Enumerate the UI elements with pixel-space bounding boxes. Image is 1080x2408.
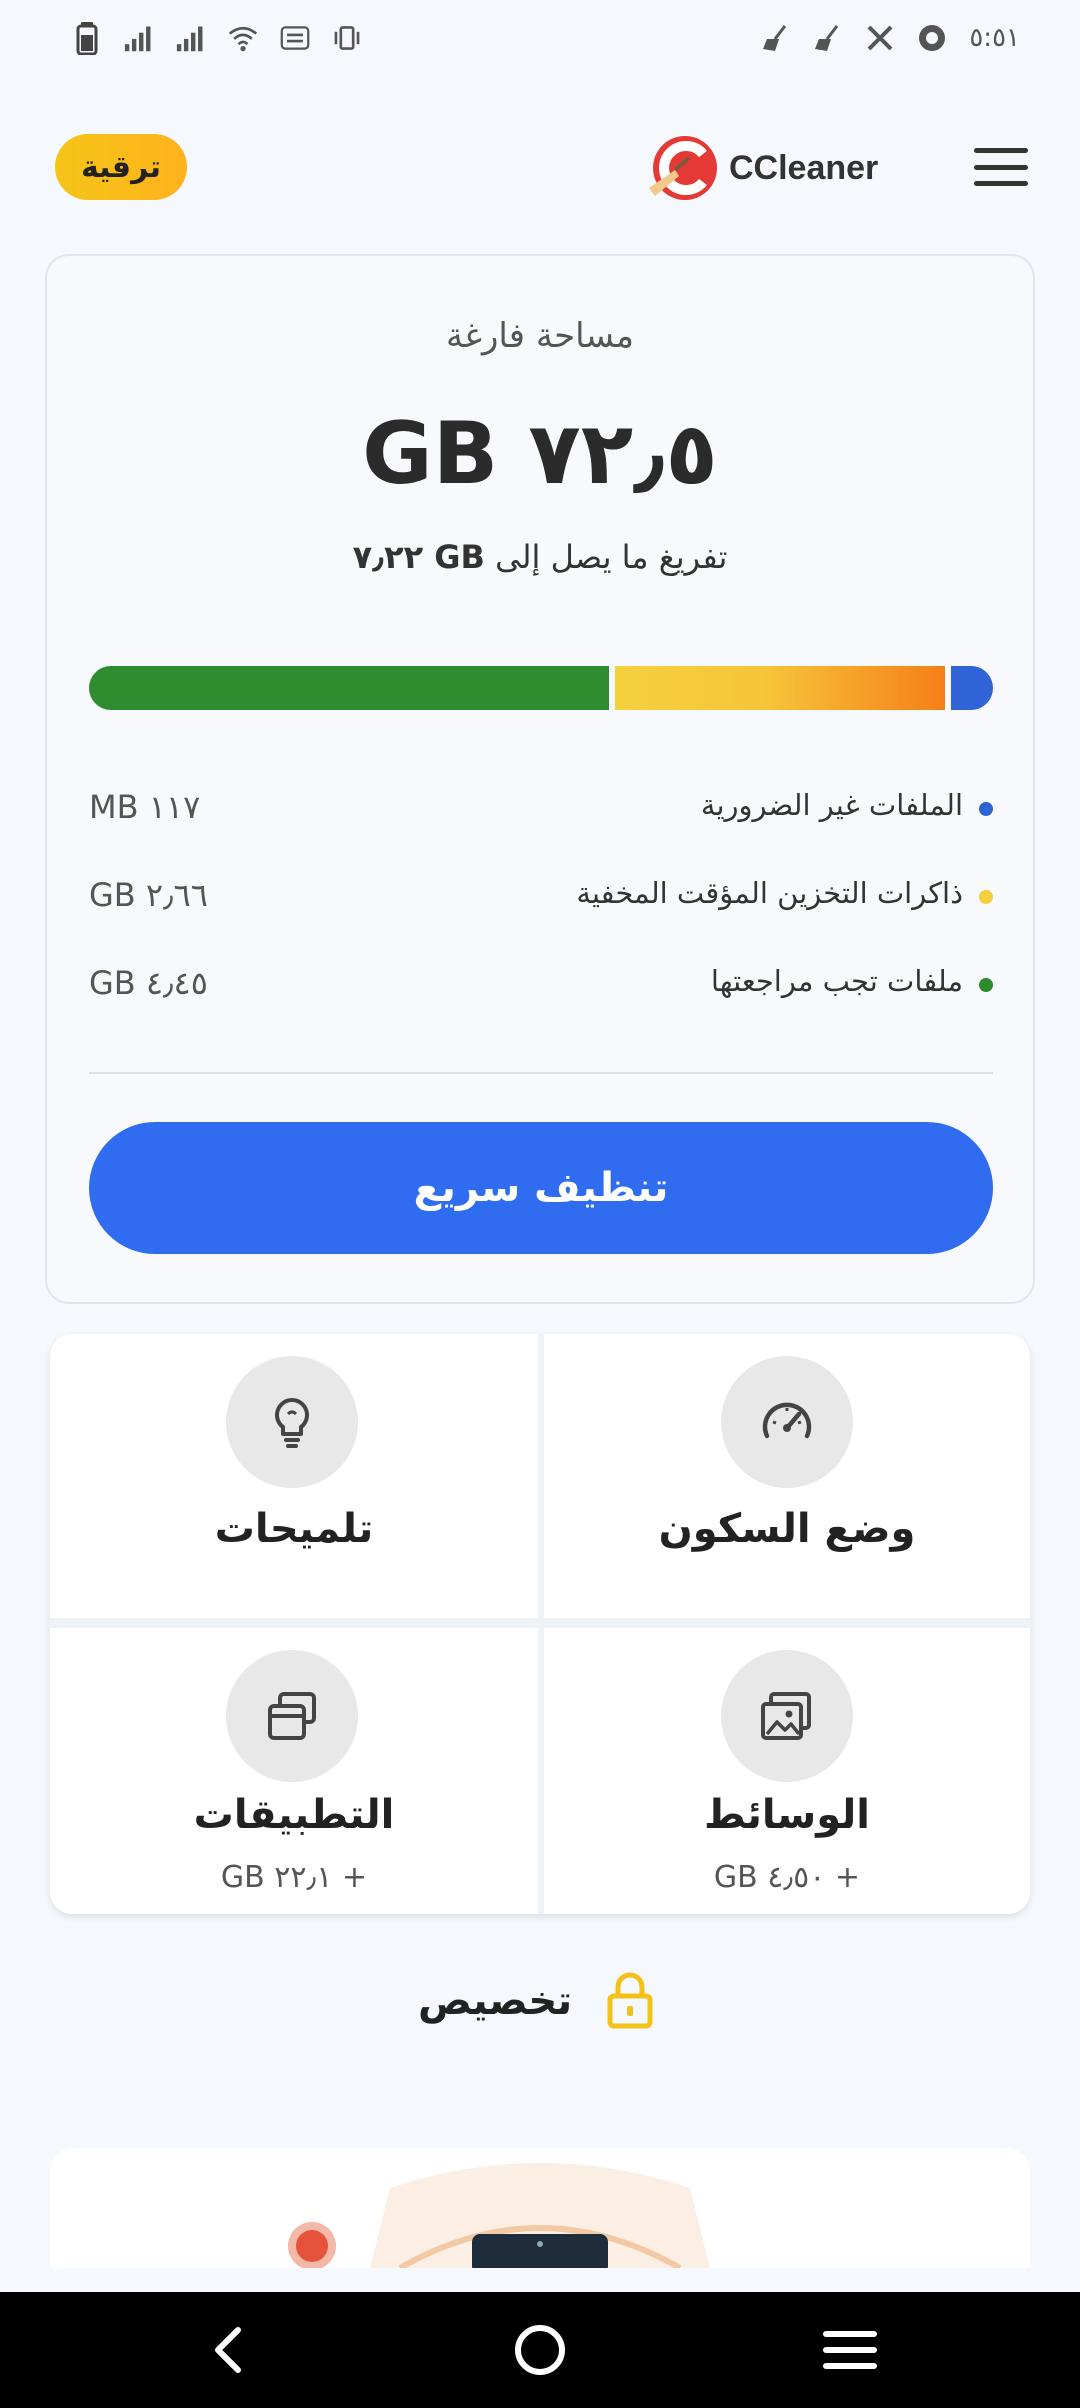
storage-usage-bar [89, 666, 993, 710]
brand-name: CCleaner [729, 148, 879, 187]
tile-icon-circle [226, 1356, 358, 1488]
legend-label: ذاكرات التخزين المؤقت المخفية [576, 876, 963, 910]
customize-row[interactable]: تخصيص [0, 1970, 1080, 2040]
free-up-summary: تفريغ ما يصل إلى GB ٧٫٢٢ [47, 538, 1033, 576]
lock-icon [607, 1972, 653, 2029]
customize-label: تخصيص [418, 1978, 573, 2024]
storage-card: مساحة فارغة GB ٧٢٫٥ تفريغ ما يصل إلى GB … [45, 254, 1035, 1304]
wifi-icon [228, 26, 258, 52]
tile-title: التطبيقات [193, 1792, 395, 1838]
tile-icon-circle [721, 1356, 853, 1488]
legend-label: ملفات تجب مراجعتها [710, 964, 963, 998]
nav-back-button[interactable] [188, 2310, 268, 2390]
tile-sleep-mode[interactable]: وضع السكون [544, 1334, 1030, 1618]
speedometer-icon [762, 1402, 812, 1439]
legend-value: GB ٤٫٤٥ [89, 964, 208, 1002]
lightbulb-icon [275, 1398, 309, 1448]
clock-time: ٥:٥١ [969, 23, 1020, 53]
back-chevron-icon [215, 2327, 241, 2373]
nav-home-button[interactable] [500, 2310, 580, 2390]
broom-icon [815, 25, 839, 51]
bar-segment-caches [615, 666, 945, 710]
quick-clean-button[interactable]: تنظيف سريع [89, 1122, 993, 1254]
menu-line [974, 181, 1028, 186]
tile-title: تلميحات [214, 1506, 374, 1552]
legend-value: GB ٢٫٦٦ [89, 876, 208, 914]
ccleaner-logo-icon [649, 136, 717, 200]
status-icons-left [72, 21, 362, 55]
tile-icon-circle [226, 1650, 358, 1782]
legend-row-review[interactable]: GB ٤٫٤٥ ملفات تجب مراجعتها [89, 958, 993, 1008]
free-space-value: GB ٧٢٫٥ [362, 404, 718, 504]
app-header: ترقية CCleaner [0, 120, 1080, 216]
system-nav-bar [0, 2292, 1080, 2408]
vibrate-icon [334, 26, 360, 50]
feature-tiles: وضع السكون تلميحات الوسائط GB ٤٫٥٠ + الت… [50, 1334, 1030, 1914]
home-circle-icon [515, 2325, 565, 2375]
tile-title: وضع السكون [658, 1506, 916, 1552]
signal-icon [176, 26, 203, 52]
bar-segment-junk [951, 666, 993, 710]
status-icons-right: ٥:٥١ [761, 23, 1020, 53]
menu-line [974, 164, 1028, 170]
legend-dot [979, 978, 993, 992]
free-space-label: مساحة فارغة [446, 316, 634, 356]
brand: CCleaner [645, 130, 878, 206]
battery-icon [76, 22, 98, 55]
status-bar: ٥:٥١ [0, 0, 1080, 76]
promo-card[interactable] [50, 2148, 1030, 2268]
signal-icon [124, 26, 151, 52]
images-icon [761, 1692, 811, 1740]
bar-segment-review [89, 666, 609, 710]
tile-media[interactable]: الوسائط GB ٤٫٥٠ + [544, 1628, 1030, 1914]
free-up-value: GB ٧٫٢٢ [352, 538, 485, 576]
legend-label: الملفات غير الضرورية [700, 788, 963, 822]
menu-line [974, 148, 1028, 153]
nav-recents-button[interactable] [810, 2310, 890, 2390]
tools-icon [867, 25, 893, 51]
tile-apps[interactable]: التطبيقات GB ٢٢٫١ + [50, 1628, 538, 1914]
free-up-prefix: تفريغ ما يصل إلى [495, 538, 728, 576]
legend-row-junk[interactable]: MB ١١٧ الملفات غير الضرورية [89, 782, 993, 832]
recents-menu-icon [823, 2331, 877, 2369]
legend-dot [979, 802, 993, 816]
tile-icon-circle [721, 1650, 853, 1782]
shield-app-icon [919, 25, 946, 51]
hamburger-menu-button[interactable] [972, 142, 1030, 192]
tile-title: الوسائط [703, 1792, 870, 1838]
volte-icon [280, 26, 310, 50]
tile-tips[interactable]: تلميحات [50, 1334, 538, 1618]
tile-subtitle: GB ٤٫٥٠ + [713, 1860, 861, 1895]
legend-value: MB ١١٧ [89, 788, 201, 826]
apps-stack-icon [268, 1692, 316, 1740]
tile-subtitle: GB ٢٢٫١ + [220, 1860, 368, 1895]
legend-dot [979, 890, 993, 904]
promo-illustration-icon [288, 2163, 710, 2268]
upgrade-button[interactable]: ترقية [55, 134, 187, 200]
divider [89, 1072, 993, 1074]
broom-icon [763, 25, 787, 51]
legend-row-caches[interactable]: GB ٢٫٦٦ ذاكرات التخزين المؤقت المخفية [89, 870, 993, 920]
